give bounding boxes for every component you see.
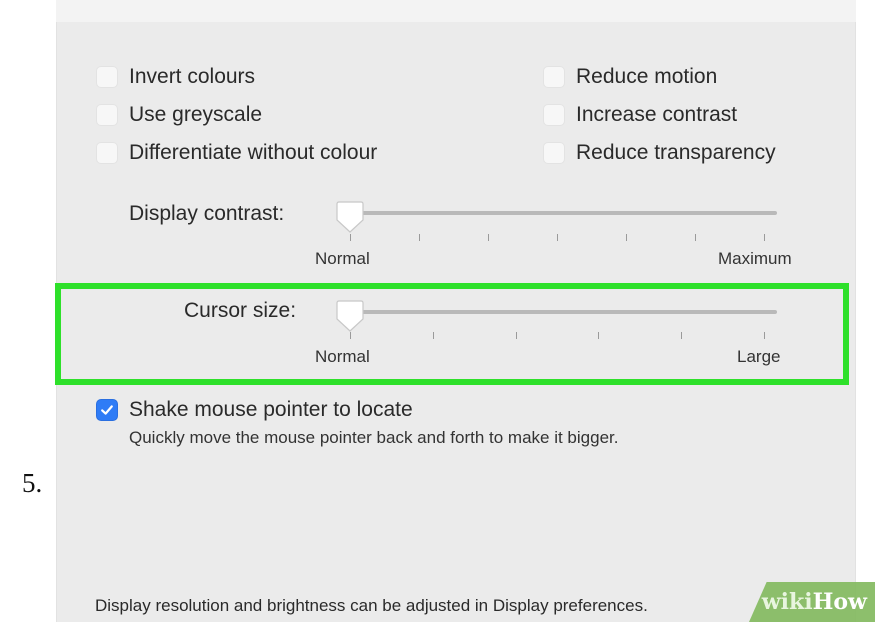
checkbox-box[interactable] [96,104,118,126]
step-number: 5. [22,468,43,498]
use-greyscale-checkbox[interactable]: Use greyscale [96,103,262,127]
checkbox-label: Differentiate without colour [129,141,378,164]
cursor-size-highlight [55,283,849,385]
checkbox-label: Shake mouse pointer to locate [129,398,413,421]
cursor-size-tick [681,332,682,339]
checkbox-label: Use greyscale [129,103,263,126]
display-contrast-tick [626,234,627,241]
cursor-size-tick [433,332,434,339]
checkbox-box[interactable] [96,66,118,88]
cursor-size-max-label: Large [737,347,781,366]
display-contrast-slider-thumb[interactable] [335,200,365,234]
checkbox-box[interactable] [96,399,118,421]
reduce-motion-checkbox[interactable]: Reduce motion [543,65,717,89]
watermark-wiki: wiki [761,589,813,615]
cursor-size-tick [598,332,599,339]
watermark-how: How [812,589,867,615]
increase-contrast-checkbox[interactable]: Increase contrast [543,103,737,127]
wikihow-watermark: wiki How [749,582,875,622]
display-contrast-tick [350,234,351,241]
cursor-size-min-label: Normal [315,347,370,366]
cursor-size-slider-track[interactable] [352,310,777,314]
cursor-size-tick [350,332,351,339]
reduce-transparency-checkbox[interactable]: Reduce transparency [543,141,776,165]
cursor-size-label: Cursor size: [184,299,297,322]
checkbox-box[interactable] [543,66,565,88]
checkbox-box[interactable] [543,104,565,126]
display-contrast-tick [557,234,558,241]
cursor-size-slider-thumb[interactable] [335,299,365,333]
checkbox-label: Invert colours [129,65,256,88]
cursor-size-tick [516,332,517,339]
display-contrast-tick [764,234,765,241]
checkbox-label: Reduce transparency [576,141,776,164]
display-contrast-slider-track[interactable] [352,211,777,215]
display-contrast-min-label: Normal [315,249,370,268]
display-contrast-max-label: Maximum [718,249,792,268]
display-contrast-tick [695,234,696,241]
shake-mouse-pointer-checkbox[interactable]: Shake mouse pointer to locate [96,398,413,422]
differentiate-without-colour-checkbox[interactable]: Differentiate without colour [96,141,377,165]
checkmark-icon [101,405,113,415]
checkbox-box[interactable] [543,142,565,164]
display-contrast-tick [419,234,420,241]
checkbox-label: Reduce motion [576,65,718,88]
shake-description: Quickly move the mouse pointer back and … [129,428,619,447]
display-contrast-label: Display contrast: [129,202,285,225]
checkbox-box[interactable] [96,142,118,164]
display-contrast-tick [488,234,489,241]
invert-colours-checkbox[interactable]: Invert colours [96,65,255,89]
checkbox-label: Increase contrast [576,103,738,126]
footer-note: Display resolution and brightness can be… [95,596,648,615]
cursor-size-tick [764,332,765,339]
